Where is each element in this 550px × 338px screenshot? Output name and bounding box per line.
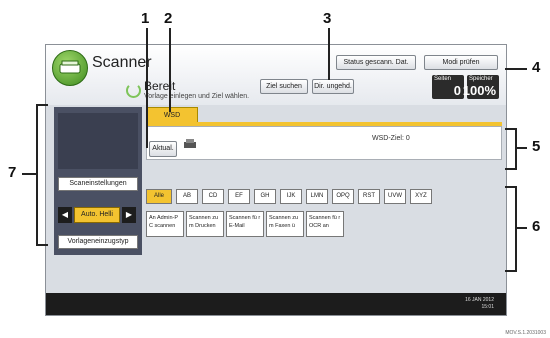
scanner-icon: [52, 50, 88, 86]
callout-7-line: [22, 173, 36, 175]
ready-indicator-icon: [126, 83, 141, 98]
bottom-status-bar: 16 JAN 2012 15:01: [46, 293, 506, 315]
destination-button[interactable]: Scannen fü r E-Mail: [226, 211, 264, 237]
time-text: 15:01: [481, 304, 494, 310]
letter-tab-cd[interactable]: CD: [202, 189, 224, 204]
density-stepper: ◀ Auto. Helli ▶: [58, 207, 138, 223]
callout-2: 2: [164, 10, 173, 27]
callout-5-line: [517, 147, 527, 149]
callout-7-bracket: [36, 104, 48, 246]
left-block-top: [58, 113, 138, 169]
tab-wsd[interactable]: WSD: [146, 107, 198, 122]
letter-tab-xyz[interactable]: XYZ: [410, 189, 432, 204]
letter-tab-ab[interactable]: AB: [176, 189, 198, 204]
callout-1: 1: [141, 10, 150, 27]
letter-tab-uvw[interactable]: UVW: [384, 189, 406, 204]
density-increase-button[interactable]: ▶: [122, 207, 136, 223]
destination-field: Aktual. WSD-Ziel: 0: [146, 126, 502, 160]
date-time: 16 JAN 2012 15:01: [465, 297, 494, 311]
callout-6: 6: [532, 218, 541, 235]
callout-3: 3: [323, 10, 332, 27]
callout-5: 5: [532, 138, 541, 155]
callout-6-bracket: [505, 186, 517, 272]
callout-5-bracket: [505, 128, 517, 170]
callout-4: 4: [532, 59, 541, 76]
app-title: Scanner: [92, 54, 152, 71]
letter-tab-rst[interactable]: RST: [358, 189, 380, 204]
originals-counter-label: Seiten: [434, 76, 452, 82]
printer-icon: [184, 139, 196, 148]
refresh-button[interactable]: Aktual.: [149, 141, 177, 157]
letter-tab-lmn[interactable]: LMN: [306, 189, 328, 204]
callout-2-line: [169, 28, 171, 112]
destination-button[interactable]: Scannen zu m Drucken: [186, 211, 224, 237]
letter-tab-gh[interactable]: GH: [254, 189, 276, 204]
auto-density-button[interactable]: Auto. Helli: [74, 207, 120, 223]
letter-index-bar: Alle AB CD EF GH IJK LMN OPQ RST UVW XYZ: [146, 189, 502, 206]
destination-button[interactable]: Scannen fü r OCR an: [306, 211, 344, 237]
date-text: 16 JAN 2012: [465, 297, 494, 303]
wsd-destination-label: WSD-Ziel: 0: [372, 135, 410, 142]
destination-button[interactable]: An Admin-P C scannen: [146, 211, 184, 237]
panel-header: Scanner Bereit Vorlage einlegen und Ziel…: [46, 45, 506, 105]
callout-3-line: [328, 28, 330, 80]
status-subtext: Vorlage einlegen und Ziel wählen.: [144, 93, 250, 100]
destination-button[interactable]: Scannen zu m Faxen ü: [266, 211, 304, 237]
scan-settings-button[interactable]: Scaneinstellungen: [58, 177, 138, 191]
letter-tab-ef[interactable]: EF: [228, 189, 250, 204]
originals-counter-value: 0: [453, 83, 461, 98]
letter-tab-ijk[interactable]: IJK: [280, 189, 302, 204]
callout-7: 7: [8, 164, 17, 181]
destination-list: An Admin-P C scannen Scannen zu m Drucke…: [146, 211, 386, 237]
memory-counter-value: 100%: [462, 83, 496, 98]
original-feed-type-button[interactable]: Vorlageneinzugstyp: [58, 235, 138, 249]
callout-6-line: [517, 227, 527, 229]
register-destination-button[interactable]: Dir. ungehd.: [312, 79, 354, 94]
memory-counter-label: Speicher: [469, 76, 493, 82]
letter-tab-all[interactable]: Alle: [146, 189, 172, 204]
search-destination-button[interactable]: Ziel suchen: [260, 79, 308, 94]
status-scanned-files-button[interactable]: Status gescann. Dat.: [336, 55, 416, 70]
check-modes-button[interactable]: Modi prüfen: [424, 55, 498, 70]
letter-tab-opq[interactable]: OPQ: [332, 189, 354, 204]
callout-1-line: [146, 28, 148, 148]
callout-4-line: [505, 68, 527, 70]
memory-counter: Speicher 100%: [463, 75, 499, 99]
image-id: MOV.S.1.2031003: [505, 330, 546, 336]
density-decrease-button[interactable]: ◀: [58, 207, 72, 223]
scanner-panel: Scanner Bereit Vorlage einlegen und Ziel…: [45, 44, 507, 316]
left-settings-column: Scaneinstellungen ◀ Auto. Helli ▶ Vorlag…: [54, 107, 142, 255]
originals-counter: Seiten 0: [432, 75, 464, 99]
